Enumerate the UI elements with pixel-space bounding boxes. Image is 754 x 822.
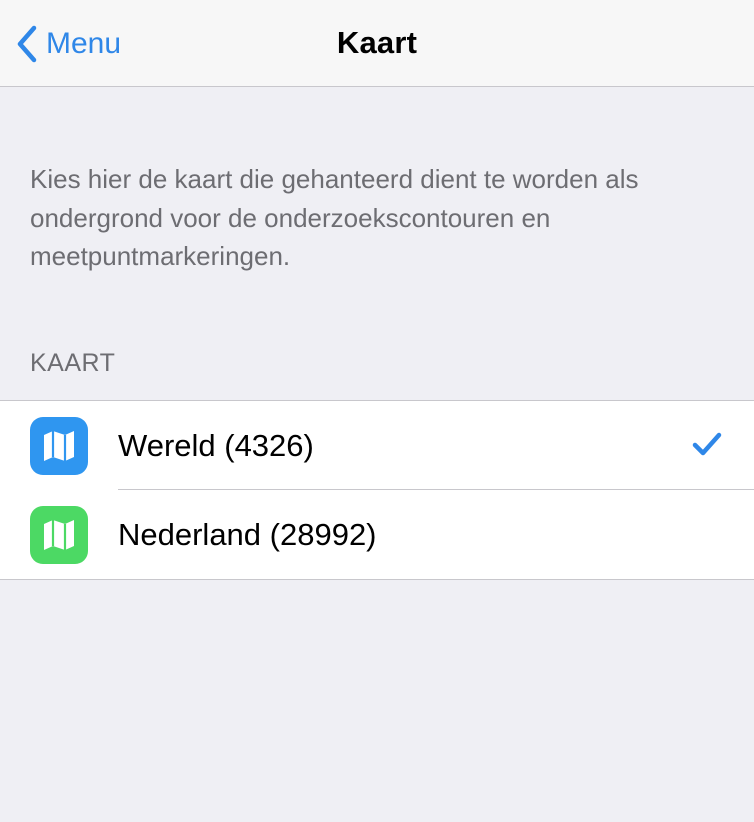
list-item-label: Nederland (28992) — [118, 516, 377, 552]
section-header: KAART — [30, 349, 116, 377]
list-item-label: Wereld (4326) — [118, 427, 314, 463]
map-icon — [30, 505, 88, 564]
row-separator — [118, 489, 754, 490]
list-item-wereld[interactable]: Wereld (4326) — [0, 401, 754, 490]
navigation-bar: Menu Kaart — [0, 0, 754, 87]
map-options-list: Wereld (4326) Nederland (28992) — [0, 400, 754, 580]
map-icon — [30, 416, 88, 475]
list-item-nederland[interactable]: Nederland (28992) — [0, 489, 754, 579]
checkmark-icon — [692, 432, 722, 456]
description-text: Kies hier de kaart die gehanteerd dient … — [30, 164, 639, 271]
page-title: Kaart — [336, 25, 418, 60]
